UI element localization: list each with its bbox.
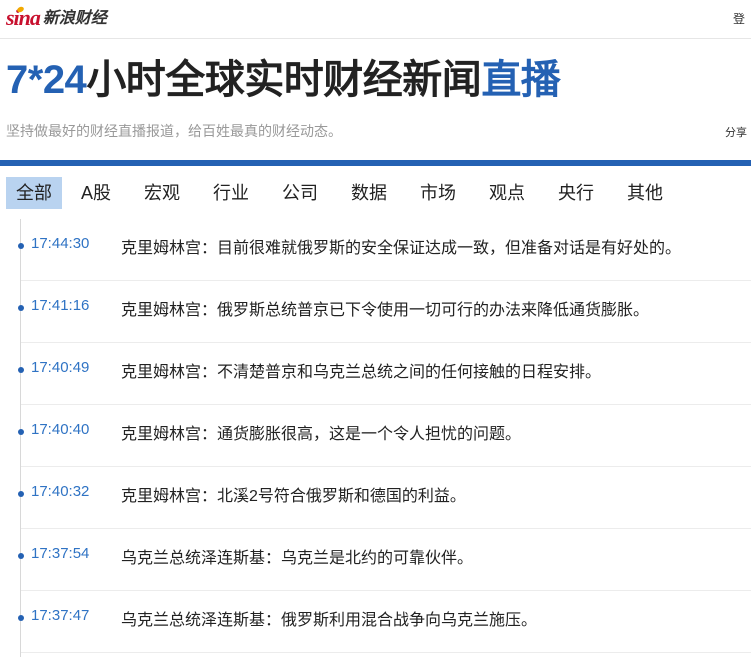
timeline-dot-icon xyxy=(18,367,24,373)
header-divider xyxy=(0,160,751,166)
news-item[interactable]: 17:40:32 克里姆林宫：北溪2号符合俄罗斯和德国的利益。 xyxy=(18,467,751,529)
title-middle: 小时全球实时财经新闻 xyxy=(86,58,482,102)
news-item[interactable]: 17:37:54 乌克兰总统泽连斯基：乌克兰是北约的可靠伙伴。 xyxy=(18,529,751,591)
tab-6[interactable]: 市场 xyxy=(410,177,466,209)
share-button[interactable]: 分享 xyxy=(725,124,747,140)
tab-9[interactable]: 其他 xyxy=(617,177,673,209)
news-item[interactable]: 17:44:30 克里姆林宫：目前很难就俄罗斯的安全保证达成一致，但准备对话是有好… xyxy=(18,219,751,281)
news-text[interactable]: 克里姆林宫：目前很难就俄罗斯的安全保证达成一致，但准备对话是有好处的。 xyxy=(121,234,681,258)
news-item[interactable]: 17:40:40 克里姆林宫：通货膨胀很高，这是一个令人担忧的问题。 xyxy=(18,405,751,467)
sina-finance-logo[interactable]: sina 新浪财经 xyxy=(6,5,107,29)
news-time[interactable]: 17:37:47 xyxy=(31,607,89,624)
top-bar: sina 新浪财经 登 xyxy=(0,0,751,39)
tab-0[interactable]: 全部 xyxy=(6,177,62,209)
timeline-dot-icon xyxy=(18,243,24,249)
news-item[interactable]: 17:41:16 克里姆林宫：俄罗斯总统普京已下令使用一切可行的办法来降低通货膨胀… xyxy=(18,281,751,343)
tab-8[interactable]: 央行 xyxy=(548,177,604,209)
news-item[interactable]: 17:40:49 克里姆林宫：不清楚普京和乌克兰总统之间的任何接触的日程安排。 xyxy=(18,343,751,405)
tab-2[interactable]: 宏观 xyxy=(134,177,190,209)
logo-finance-text: 新浪财经 xyxy=(42,10,107,27)
page-subtitle: 坚持做最好的财经直播报道，给百姓最真的财经动态。 xyxy=(6,123,342,139)
login-link[interactable]: 登 xyxy=(733,10,745,27)
timeline-dot-icon xyxy=(18,491,24,497)
news-text[interactable]: 克里姆林宫：北溪2号符合俄罗斯和德国的利益。 xyxy=(121,482,466,506)
news-text[interactable]: 克里姆林宫：俄罗斯总统普京已下令使用一切可行的办法来降低通货膨胀。 xyxy=(121,296,649,320)
news-time[interactable]: 17:40:40 xyxy=(31,421,89,438)
news-time[interactable]: 17:44:30 xyxy=(31,235,89,252)
timeline-dot-icon xyxy=(18,305,24,311)
category-tabs: 全部 A股 宏观 行业 公司 数据 市场 观点 央行 其他 xyxy=(6,177,686,209)
tab-7[interactable]: 观点 xyxy=(479,177,535,209)
page-title: 7*24小时全球实时财经新闻直播 xyxy=(6,56,561,104)
news-text[interactable]: 乌克兰总统泽连斯基：俄罗斯利用混合战争向乌克兰施压。 xyxy=(121,606,537,630)
tab-1[interactable]: A股 xyxy=(71,177,121,209)
news-time[interactable]: 17:40:32 xyxy=(31,483,89,500)
news-text[interactable]: 乌克兰总统泽连斯基：乌克兰是北约的可靠伙伴。 xyxy=(121,544,473,568)
news-text[interactable]: 克里姆林宫：不清楚普京和乌克兰总统之间的任何接触的日程安排。 xyxy=(121,358,601,382)
timeline-dot-icon xyxy=(18,429,24,435)
timeline-dot-icon xyxy=(18,553,24,559)
tab-3[interactable]: 行业 xyxy=(203,177,259,209)
title-prefix: 7*24 xyxy=(6,58,87,102)
news-time[interactable]: 17:37:54 xyxy=(31,545,89,562)
news-time[interactable]: 17:41:16 xyxy=(31,297,89,314)
news-time[interactable]: 17:40:49 xyxy=(31,359,89,376)
news-item[interactable]: 17:37:47 乌克兰总统泽连斯基：俄罗斯利用混合战争向乌克兰施压。 xyxy=(18,591,751,653)
title-suffix: 直播 xyxy=(481,58,561,102)
timeline-dot-icon xyxy=(18,615,24,621)
news-timeline: 17:44:30 克里姆林宫：目前很难就俄罗斯的安全保证达成一致，但准备对话是有好… xyxy=(18,219,751,657)
tab-4[interactable]: 公司 xyxy=(272,177,328,209)
news-text[interactable]: 克里姆林宫：通货膨胀很高，这是一个令人担忧的问题。 xyxy=(121,420,521,444)
tab-5[interactable]: 数据 xyxy=(341,177,397,209)
